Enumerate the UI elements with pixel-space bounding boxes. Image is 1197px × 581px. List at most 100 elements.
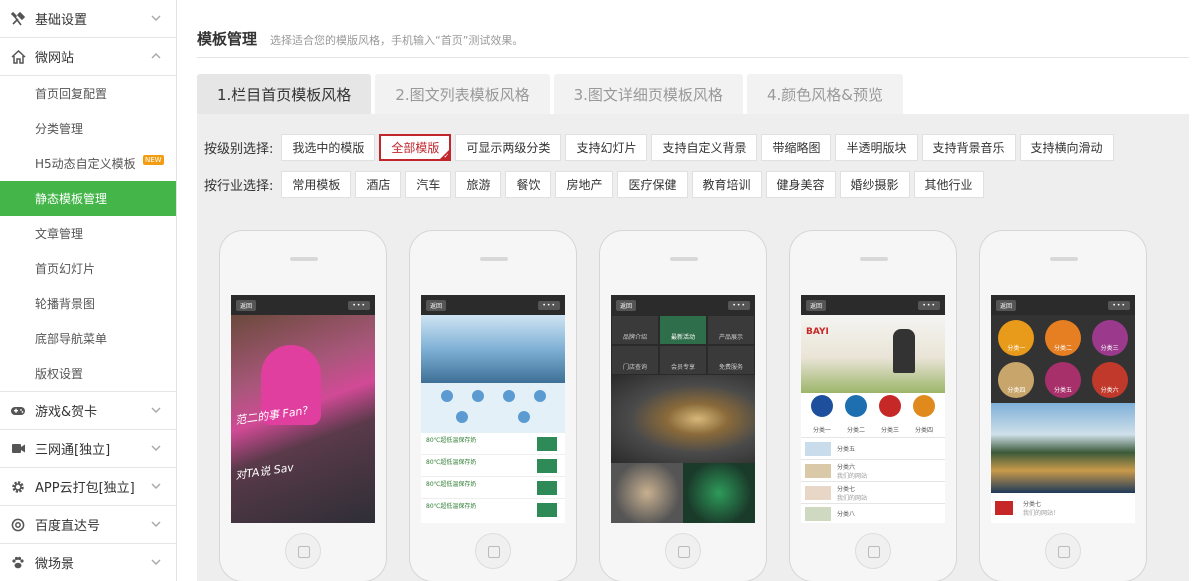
sidebar-group-basic-settings[interactable]: 基础设置 — [0, 0, 176, 38]
industry-filter-food[interactable]: 餐饮 — [505, 171, 552, 198]
menu-cell-label: 产品展示 — [718, 334, 743, 341]
industry-filter-row: 按行业选择: 常用模板 酒店 汽车 旅游 餐饮 房地产 医疗保健 教育培训 健身… — [204, 171, 988, 198]
list-item: 80℃超低温保存奶 — [421, 499, 565, 521]
level-filter-two-level[interactable]: 可显示两级分类 — [455, 134, 562, 161]
sidebar-item-static-template[interactable]: 静态模板管理 — [0, 181, 176, 216]
filter-option-label: 支持自定义背景 — [662, 141, 747, 155]
industry-filter-medical[interactable]: 医疗保健 — [617, 171, 688, 198]
filter-option-label: 我选中的模版 — [292, 141, 365, 155]
at-icon — [10, 517, 26, 533]
industry-filter-education[interactable]: 教育培训 — [691, 171, 762, 198]
tab-home-style[interactable]: 1.栏目首页模板风格 — [197, 74, 372, 114]
filter-option-label: 汽车 — [416, 178, 441, 192]
bottom-item-sub: 我们的网站！ — [1023, 510, 1060, 517]
category-tile: 分类五 — [1041, 360, 1086, 400]
menu-cell-label: 门店查询 — [622, 364, 647, 371]
tools-icon — [10, 11, 26, 27]
menu-cell-label: 会员专享 — [670, 364, 695, 371]
phone-speaker — [860, 257, 888, 261]
level-filter-all[interactable]: 全部模版 ✓ — [379, 134, 452, 161]
industry-filter-realestate[interactable]: 房地产 — [555, 171, 614, 198]
more-button: ••• — [538, 300, 560, 310]
check-icon: ✓ — [443, 152, 450, 160]
template-preview-3[interactable]: 返回 ••• 品牌介绍 最新活动 产品展示 门店查询 会员专享 免费服务 — [599, 230, 767, 581]
list-item-title: 分类六 — [837, 463, 856, 471]
sidebar-item-bottom-nav[interactable]: 底部导航菜单 — [0, 321, 176, 356]
sidebar-item-label: 首页回复配置 — [35, 87, 108, 101]
industry-filter-common[interactable]: 常用模板 — [281, 171, 352, 198]
tile-circle: 分类三 — [1091, 320, 1128, 356]
level-filter-slides[interactable]: 支持幻灯片 — [565, 134, 648, 161]
level-filter-thumbnail[interactable]: 带缩略图 — [761, 134, 832, 161]
template-preview-4[interactable]: 返回 ••• BAYI 分类一 分类二 分类三 分类四 分类五 分类六 我们的网站 — [789, 230, 957, 581]
industry-filter-other[interactable]: 其他行业 — [913, 171, 984, 198]
filter-option-label: 带缩略图 — [772, 141, 821, 155]
back-button: 返回 — [806, 299, 827, 311]
filter-option-label: 酒店 — [366, 178, 391, 192]
sidebar-item-label: 底部导航菜单 — [35, 332, 108, 346]
back-button: 返回 — [236, 299, 257, 311]
sidebar-item-background[interactable]: 轮播背景图 — [0, 286, 176, 321]
list-item-thumb — [537, 459, 557, 473]
category-item: 分类三 — [879, 394, 901, 436]
sidebar-group-games[interactable]: 游戏&贺卡 — [0, 392, 176, 430]
category-icon — [456, 411, 468, 423]
industry-filter-hotel[interactable]: 酒店 — [355, 171, 402, 198]
phone-topbar: 返回 ••• — [421, 295, 565, 315]
level-filter-custom-bg[interactable]: 支持自定义背景 — [651, 134, 758, 161]
brand-logo: BAYI — [806, 327, 829, 337]
sidebar-group-microsite[interactable]: 微网站 — [0, 38, 176, 76]
level-filter-translucent[interactable]: 半透明版块 — [835, 134, 918, 161]
level-filter-music[interactable]: 支持背景音乐 — [921, 134, 1016, 161]
sidebar-item-slides[interactable]: 首页幻灯片 — [0, 251, 176, 286]
phone-topbar: 返回 ••• — [611, 295, 755, 315]
template-preview-1[interactable]: 返回 ••• 范二的事 Fan? 对TA说 Sav — [219, 230, 387, 581]
level-filter-my-selected[interactable]: 我选中的模版 — [281, 134, 376, 161]
tab-detail-style[interactable]: 3.图文详细页模板风格 — [553, 74, 743, 114]
sidebar-item-label: 分类管理 — [35, 122, 84, 136]
menu-grid: 品牌介绍 最新活动 产品展示 门店查询 会员专享 免费服务 — [611, 315, 755, 375]
sidebar-item-label: 静态模板管理 — [35, 192, 108, 206]
sidebar-item-home-reply[interactable]: 首页回复配置 — [0, 76, 176, 111]
slide-image-jewelry — [611, 375, 755, 463]
industry-filter-travel[interactable]: 旅游 — [455, 171, 502, 198]
level-filter-horizontal[interactable]: 支持横向滑动 — [1019, 134, 1114, 161]
list-item-thumb — [537, 437, 557, 451]
sidebar-group-label: 三网通[独立] — [35, 443, 111, 458]
template-preview-2[interactable]: 返回 ••• 80℃超低温保存奶 80℃超低温保存奶 80℃超低温保存奶 80℃… — [409, 230, 577, 581]
sidebar-item-articles[interactable]: 文章管理 — [0, 216, 176, 251]
category-icon — [518, 411, 530, 423]
tile-label: 分类二 — [1053, 345, 1072, 352]
list-item: 分类五 — [801, 437, 945, 459]
sidebar-group-label: 百度直达号 — [35, 519, 101, 534]
category-icon — [913, 394, 935, 417]
sidebar-group-baidu[interactable]: 百度直达号 — [0, 506, 176, 544]
filter-option-label: 其他行业 — [924, 178, 973, 192]
sidebar-submenu: 首页回复配置 分类管理 H5动态自定义模板 NEW 静态模板管理 文章管理 首页幻… — [0, 76, 176, 392]
industry-filter-wedding[interactable]: 婚纱摄影 — [839, 171, 910, 198]
page-title: 模板管理 — [197, 30, 258, 48]
list-item-thumb — [805, 441, 831, 456]
filter-option-label: 健身美容 — [776, 178, 825, 192]
template-preview-5[interactable]: 返回 ••• 分类一 分类二 分类三 分类四 分类五 分类六 分类七 我们的网站… — [979, 230, 1147, 581]
tile-circle: 分类六 — [1091, 362, 1128, 398]
industry-filter-car[interactable]: 汽车 — [405, 171, 452, 198]
sidebar-group-scene[interactable]: 微场景 — [0, 544, 176, 581]
phone-topbar: 返回 ••• — [231, 295, 375, 315]
category-tile: 分类四 — [994, 360, 1039, 400]
back-button: 返回 — [996, 299, 1017, 311]
tab-list-style[interactable]: 2.图文列表模板风格 — [375, 74, 550, 114]
sidebar-item-h5-template[interactable]: H5动态自定义模板 NEW — [0, 146, 176, 181]
sidebar-group-three-network[interactable]: 三网通[独立] — [0, 430, 176, 468]
phone-home-button — [1045, 533, 1081, 569]
industry-filter-fitness[interactable]: 健身美容 — [765, 171, 836, 198]
sidebar-group-label: APP云打包[独立] — [35, 481, 135, 496]
sidebar-item-copyright[interactable]: 版权设置 — [0, 356, 176, 391]
tab-label: 2.图文列表模板风格 — [395, 85, 530, 104]
sidebar-group-app-pack[interactable]: APP云打包[独立] — [0, 468, 176, 506]
sidebar-group-label: 基础设置 — [35, 13, 88, 28]
sidebar-item-category[interactable]: 分类管理 — [0, 111, 176, 146]
menu-cell: 免费服务 — [707, 345, 755, 375]
tab-color-preview[interactable]: 4.颜色风格&预览 — [746, 74, 903, 114]
sidebar-group-label: 游戏&贺卡 — [35, 405, 98, 420]
